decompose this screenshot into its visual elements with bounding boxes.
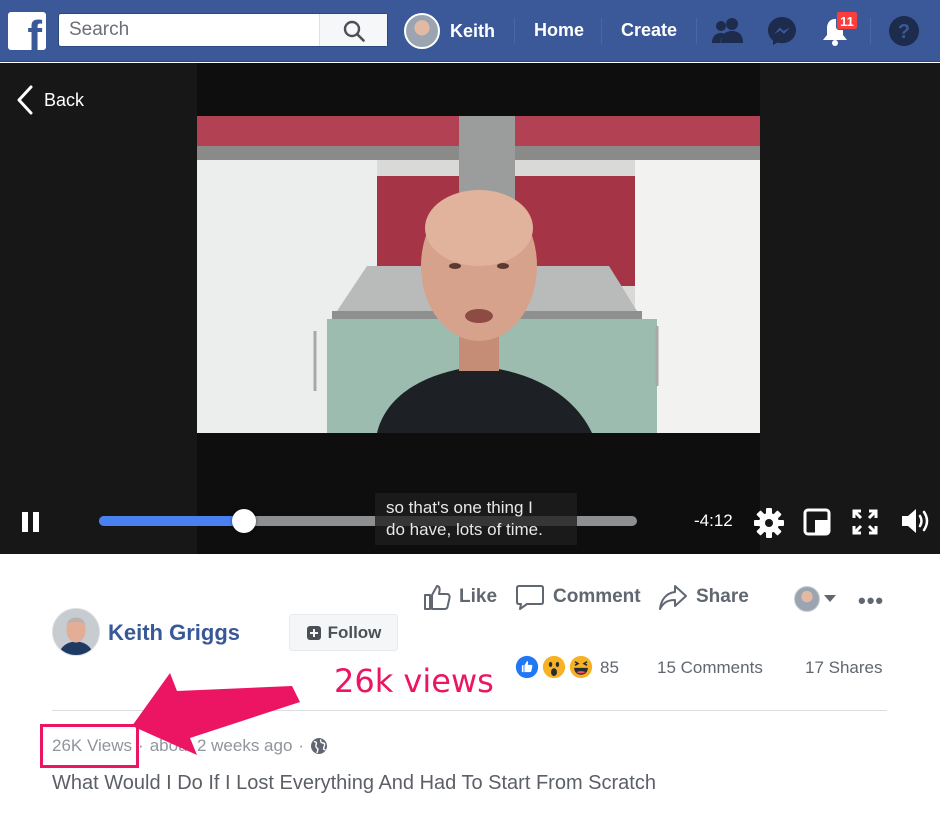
haha-reaction-icon xyxy=(567,653,595,681)
reaction-count[interactable]: 85 xyxy=(600,658,619,678)
nav-profile-link[interactable]: Keith xyxy=(404,12,495,50)
chevron-down-icon[interactable] xyxy=(824,595,836,603)
post-title: What Would I Do If I Lost Everything And… xyxy=(52,772,656,794)
volume-icon[interactable] xyxy=(900,506,932,536)
caption-line: do have, lots of time. xyxy=(386,520,543,539)
share-arrow-icon xyxy=(659,585,687,610)
friends-icon[interactable] xyxy=(712,17,744,45)
follow-plus-icon xyxy=(306,625,321,640)
top-nav-bar: f Keith Home Create 11 ? xyxy=(0,0,940,62)
nav-divider xyxy=(696,18,697,44)
comment-button[interactable]: Comment xyxy=(515,583,641,611)
globe-icon[interactable] xyxy=(310,737,328,755)
pause-button[interactable] xyxy=(22,512,40,532)
separator-dot: · xyxy=(298,736,305,755)
progress-fill xyxy=(99,516,245,526)
post-timestamp[interactable]: about 2 weeks ago xyxy=(150,736,293,756)
annotation-text: 26k views xyxy=(334,662,494,700)
search-box xyxy=(58,13,388,47)
comment-icon xyxy=(516,585,544,610)
nav-home-link[interactable]: Home xyxy=(534,20,584,41)
comments-count-link[interactable]: 15 Comments xyxy=(657,658,763,678)
pause-icon xyxy=(22,512,28,532)
avatar xyxy=(404,13,440,49)
notifications-badge: 11 xyxy=(836,11,858,30)
like-reaction-icon xyxy=(513,653,541,681)
search-icon xyxy=(343,20,365,42)
author-name-link[interactable]: Keith Griggs xyxy=(108,620,240,646)
nav-create-link[interactable]: Create xyxy=(621,20,677,41)
search-button[interactable] xyxy=(319,14,387,46)
shares-count-link[interactable]: 17 Shares xyxy=(805,658,883,678)
views-highlight-box xyxy=(40,724,139,768)
comment-label: Comment xyxy=(553,586,641,607)
search-input[interactable] xyxy=(59,14,321,46)
pause-icon xyxy=(33,512,39,532)
back-label: Back xyxy=(44,89,85,110)
svg-text:?: ? xyxy=(898,21,910,43)
video-player[interactable]: Back so that's one thing I do have, lots… xyxy=(0,63,940,554)
share-button[interactable]: Share xyxy=(658,583,749,611)
thumbs-up-icon xyxy=(424,585,451,610)
subtitle-caption: so that's one thing I do have, lots of t… xyxy=(375,493,577,545)
nav-divider xyxy=(870,18,871,44)
share-label: Share xyxy=(696,586,749,607)
more-options-button[interactable]: ••• xyxy=(858,588,884,614)
time-remaining: -4:12 xyxy=(694,511,733,530)
messenger-icon[interactable] xyxy=(766,15,798,47)
back-button[interactable]: Back xyxy=(16,85,84,115)
fullscreen-icon[interactable] xyxy=(852,509,878,535)
chevron-left-icon xyxy=(17,85,33,115)
follow-label: Follow xyxy=(327,622,382,642)
settings-gear-icon[interactable] xyxy=(753,507,785,539)
video-frame xyxy=(197,116,760,433)
progress-handle[interactable] xyxy=(232,509,257,533)
video-controls: so that's one thing I do have, lots of t… xyxy=(0,493,940,554)
caption-line: so that's one thing I xyxy=(386,498,533,517)
nav-divider xyxy=(601,18,602,44)
facebook-logo[interactable]: f xyxy=(8,12,46,50)
follow-button[interactable]: Follow xyxy=(289,614,398,651)
like-button[interactable]: Like xyxy=(423,583,497,611)
like-label: Like xyxy=(459,586,498,607)
pip-icon[interactable] xyxy=(803,508,831,536)
wow-reaction-icon xyxy=(540,653,568,681)
nav-divider xyxy=(514,18,515,44)
divider xyxy=(52,710,887,711)
nav-profile-name: Keith xyxy=(450,20,495,41)
page-voice-avatar[interactable] xyxy=(794,586,820,612)
author-avatar[interactable] xyxy=(52,608,100,656)
help-icon[interactable]: ? xyxy=(888,15,920,47)
